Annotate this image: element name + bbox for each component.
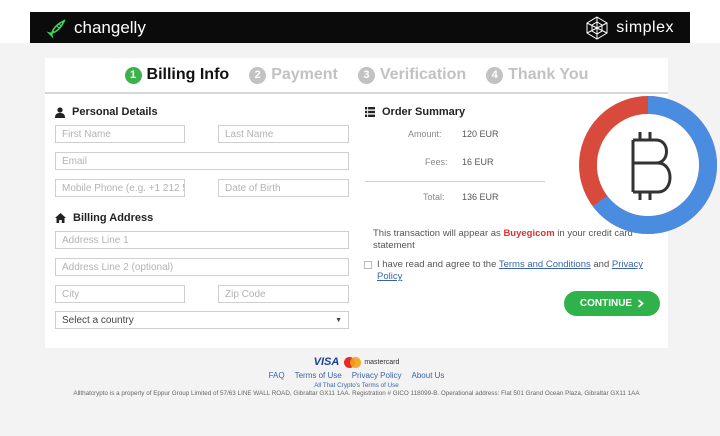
terms-link[interactable]: Terms and Conditions: [499, 259, 591, 270]
mastercard-label: mastercard: [364, 358, 400, 366]
address-line-1-input[interactable]: Address Line 1: [55, 231, 349, 249]
step-billing-info: 1 Billing Info: [124, 66, 230, 84]
progress-steps: 1 Billing Info 2 Payment 3 Verification …: [45, 58, 668, 94]
changelly-logo[interactable]: changelly: [46, 17, 146, 39]
mobile-phone-input[interactable]: Mobile Phone (e.g. +1 212 555: [55, 179, 185, 197]
list-icon: [365, 107, 375, 117]
fees-value: 16 EUR: [462, 157, 494, 167]
chevron-down-icon: ▼: [335, 316, 342, 324]
merchant-name: Buyegicom: [503, 228, 555, 239]
agree-text: I have read and agree to the Terms and C…: [377, 259, 664, 283]
step-label: Billing Info: [146, 66, 230, 83]
rocket-icon: [46, 18, 66, 39]
step-verification: 3 Verification: [357, 66, 467, 84]
address-line-2-input[interactable]: Address Line 2 (optional): [55, 258, 349, 276]
privacy-policy-link[interactable]: Privacy Policy: [352, 371, 402, 380]
billing-address-heading: Billing Address: [55, 212, 153, 224]
brand-name: changelly: [74, 17, 146, 37]
date-of-birth-input[interactable]: Date of Birth: [218, 179, 349, 197]
simplex-icon: [586, 15, 608, 40]
section-title-text: Personal Details: [72, 106, 158, 118]
country-select-value: Select a country: [62, 314, 134, 326]
agree-checkbox[interactable]: [364, 261, 372, 269]
fees-label: Fees:: [425, 157, 448, 167]
total-value: 136 EUR: [462, 192, 499, 202]
note-prefix: This transaction will appear as: [373, 228, 501, 239]
visa-logo: VISA: [313, 356, 340, 368]
step-payment: 2 Payment: [249, 66, 338, 84]
total-label: Total:: [423, 192, 445, 202]
step-number: 2: [249, 66, 267, 84]
step-label: Payment: [271, 66, 338, 83]
order-summary-heading: Order Summary: [365, 106, 465, 118]
personal-details-heading: Personal Details: [55, 106, 158, 118]
continue-label: CONTINUE: [579, 298, 633, 309]
summary-divider: [365, 181, 545, 182]
amount-value: 120 EUR: [462, 129, 499, 139]
agree-prefix: I have read and agree to the: [377, 259, 497, 270]
crypto-terms-link[interactable]: All That Crypto's Terms of Use: [314, 382, 399, 389]
about-us-link[interactable]: About Us: [412, 371, 445, 380]
bitcoin-donut-graphic: [579, 96, 717, 234]
section-title-text: Billing Address: [73, 212, 154, 224]
user-icon: [55, 106, 65, 118]
chevron-right-icon: [638, 299, 644, 308]
mastercard-logo: mastercard: [344, 356, 400, 368]
email-input[interactable]: Email: [55, 152, 349, 170]
footer: VISA mastercard FAQ Terms of Use Privacy…: [45, 355, 668, 398]
step-number: 1: [124, 66, 142, 84]
first-name-input[interactable]: First Name: [55, 125, 185, 143]
simplex-logo: simplex: [584, 15, 674, 41]
faq-link[interactable]: FAQ: [269, 371, 285, 380]
terms-agreement: I have read and agree to the Terms and C…: [364, 259, 664, 283]
country-select[interactable]: Select a country ▼: [55, 311, 349, 329]
home-icon: [55, 213, 66, 223]
partner-name: simplex: [616, 18, 674, 36]
payment-cards: VISA mastercard: [45, 355, 668, 369]
top-bar: changelly simplex: [30, 12, 690, 43]
company-info: Allthatcrypto is a property of Eppur Gro…: [73, 390, 640, 397]
zip-code-input[interactable]: Zip Code: [218, 285, 349, 303]
step-number: 4: [486, 66, 504, 84]
city-input[interactable]: City: [55, 285, 185, 303]
step-label: Thank You: [508, 66, 589, 83]
step-number: 3: [357, 66, 375, 84]
continue-button[interactable]: CONTINUE: [564, 291, 660, 316]
agree-and: and: [593, 259, 610, 270]
footer-links: FAQ Terms of Use Privacy Policy About Us: [45, 371, 668, 380]
terms-of-use-link[interactable]: Terms of Use: [295, 371, 342, 380]
mastercard-circle-orange: [350, 356, 362, 368]
amount-label: Amount:: [408, 129, 442, 139]
section-title-text: Order Summary: [382, 106, 466, 118]
step-label: Verification: [379, 66, 467, 83]
last-name-input[interactable]: Last Name: [218, 125, 349, 143]
step-thank-you: 4 Thank You: [486, 66, 588, 84]
footer-legal: All That Crypto's Terms of Use Allthatcr…: [45, 382, 668, 398]
